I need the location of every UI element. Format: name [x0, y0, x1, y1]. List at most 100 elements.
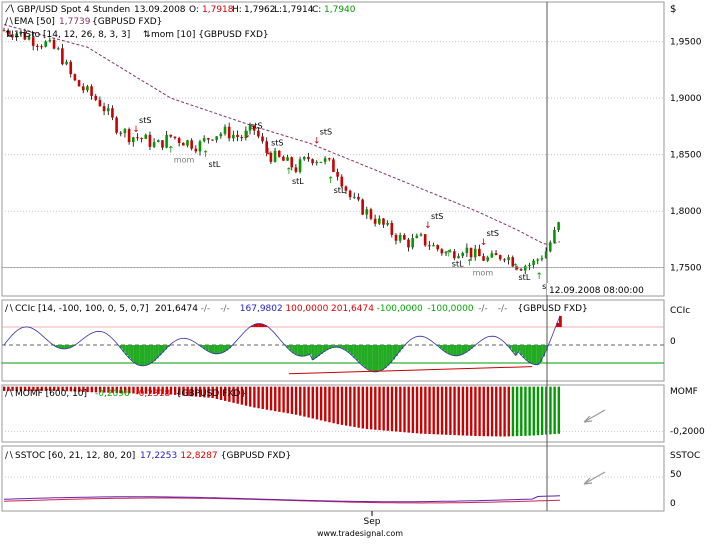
candle-up — [49, 40, 52, 42]
candle-down — [503, 259, 506, 260]
momf-bar — [453, 387, 455, 435]
ohlc-close-value: 1,7940 — [324, 5, 356, 15]
cci-fill-bar — [531, 345, 534, 364]
candle-down — [520, 269, 523, 270]
cci-fill-bar — [314, 345, 317, 358]
cci-fill-bar — [150, 345, 153, 363]
candle-down — [424, 234, 427, 245]
momf-bar — [291, 387, 293, 414]
candle-down — [391, 223, 394, 235]
candle-down — [436, 245, 439, 249]
footer-text[interactable]: www.tradesignal.com — [317, 529, 403, 538]
cci-fill-bar — [456, 345, 459, 356]
candle-down — [349, 191, 352, 197]
candle-down — [40, 46, 43, 47]
momf-bar — [132, 387, 134, 394]
cci-fill-bar — [317, 345, 320, 356]
momf-axis-name: MOMF — [670, 387, 698, 397]
momf-bar — [391, 387, 393, 432]
cci-fill-bar — [131, 345, 134, 361]
candle-up — [274, 151, 277, 162]
price-tick-label: 1,8500 — [670, 151, 702, 161]
candle-up — [507, 257, 510, 260]
cci-fill-bar — [212, 345, 215, 353]
candle-up — [466, 248, 469, 253]
cci-fill-bar — [370, 345, 373, 371]
candle-up — [299, 159, 302, 172]
candle-down — [36, 46, 39, 47]
ema-label: EMA [50] — [14, 17, 55, 27]
candle-down — [278, 151, 281, 157]
momf-icon: ∕∖ — [5, 389, 14, 399]
cci-fill-bar — [139, 345, 142, 366]
candle-up — [215, 136, 218, 140]
candle-up — [536, 259, 539, 260]
cci-axis-name: CCIc — [670, 306, 690, 316]
cci-fill-bar — [61, 345, 64, 349]
candle-up — [541, 258, 544, 259]
momf-bar — [420, 387, 422, 434]
cci-fill-bar — [214, 345, 217, 354]
candle-up — [132, 137, 135, 142]
x-axis-label-sep: Sep — [364, 517, 381, 527]
cci-value-1: -/- — [201, 304, 211, 314]
momf-tick-0: -0,2000 — [670, 427, 705, 437]
sell-arrow-icon: ↓ — [424, 221, 432, 231]
momf-bar — [249, 387, 251, 407]
sstoc-tick-1: 0 — [670, 499, 676, 509]
cci-value-6: -100,0000 — [377, 304, 423, 314]
sstoc-values: 17,225312,8287 {GBPUSD FXD} — [140, 451, 291, 461]
cci-fill-bar — [295, 345, 298, 355]
candle-down — [90, 86, 93, 96]
candle-down — [149, 135, 152, 147]
sstoc-value-1: 12,8287 — [180, 451, 217, 461]
momf-bar — [508, 387, 510, 437]
cci-fill-bar — [523, 345, 526, 358]
candle-up — [320, 162, 323, 163]
cci-fill-bar — [364, 345, 367, 368]
momf-value-0: -0,2096 — [95, 389, 130, 399]
candle-up — [474, 249, 477, 258]
candle-up — [286, 157, 289, 160]
candle-down — [482, 256, 485, 261]
chart-title-icon: ⁄∖ — [5, 4, 15, 15]
momf-bar — [537, 387, 539, 436]
signal-label: stS — [271, 139, 283, 148]
cci-fill-bar — [537, 345, 540, 365]
cci-fill-bar — [312, 345, 315, 360]
signal-label: stL — [519, 273, 531, 282]
momf-bar — [282, 387, 284, 413]
momf-bar — [320, 387, 322, 421]
momf-bar — [458, 387, 460, 436]
candle-down — [99, 100, 102, 106]
cci-values: 201,6474-/--/-167,9802100,0000201,6474-1… — [155, 304, 588, 314]
buy-arrow-icon: ↑ — [167, 145, 175, 155]
cci-fill-bar — [348, 345, 351, 353]
candle-up — [232, 135, 235, 138]
ema-value: 1,7739 — [59, 17, 91, 27]
momf-bar — [324, 387, 326, 422]
cci-fill-bar — [220, 345, 223, 353]
candle-down — [428, 245, 431, 246]
buy-arrow-icon: ↑ — [445, 249, 453, 259]
mom-label: mom [10] {GBPUSD FXD} — [151, 30, 269, 40]
momf-bar — [403, 387, 405, 433]
signal-label: stS — [431, 212, 443, 221]
momf-bar — [91, 387, 93, 393]
momf-bar — [353, 387, 355, 427]
candle-down — [282, 157, 285, 161]
sstoc-value-0: 17,2253 — [140, 451, 177, 461]
cci-fill-bar — [448, 345, 451, 354]
candle-down — [161, 140, 164, 147]
candle-up — [303, 157, 306, 159]
sell-arrow-icon: ↓ — [132, 125, 140, 135]
candle-down — [82, 86, 85, 90]
candle-down — [103, 106, 106, 111]
sstoc-value-2: {GBPUSD FXD} — [221, 451, 291, 461]
cci-fill-bar — [309, 345, 312, 354]
momf-bar — [483, 387, 485, 437]
cci-fill-bar — [353, 345, 356, 358]
candle-up — [411, 238, 414, 247]
signal-label: stS — [320, 127, 332, 136]
cci-fill-bar — [384, 345, 387, 368]
